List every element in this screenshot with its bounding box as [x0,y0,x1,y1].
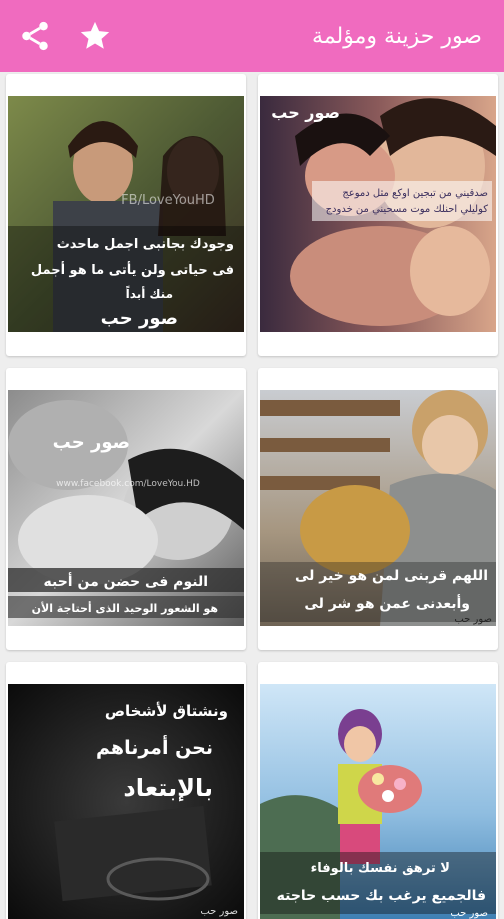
stamp-text: صور حب [200,906,238,917]
card-image: اللهم قربنى لمن هو خير لى وأبعدنى عمن هو… [260,390,496,626]
star-icon[interactable] [78,19,112,53]
card-caption-line: صدقيني من تبجين اوكع مثل دموعج [342,188,488,199]
watermark-text: FB/LoveYouHD [121,193,215,208]
card-image: وجودك بجانبى اجمل ماحدث فى حياتى ولن يأت… [8,96,244,332]
card-caption-line: وأبعدنى عمن هو شر لى [304,594,470,612]
watermark-text: www.facebook.com/LoveYou.HD [56,479,200,489]
card-caption-line: وجودك بجانبى اجمل ماحدث [57,237,234,252]
image-card[interactable]: النوم فى حضن من أحبه هو الشعور الوحيد ال… [6,368,246,650]
card-caption-line: فالجميع يرغب بك حسب حاجته [277,888,486,904]
card-image: النوم فى حضن من أحبه هو الشعور الوحيد ال… [8,390,244,626]
card-caption-line: بالإبتعاد [123,774,213,802]
image-card[interactable]: ونشتاق لأشخاص نحن أمرناهم بالإبتعاد صور … [6,662,246,919]
stamp-text: صور حب [454,614,492,625]
stamp-text: صور حب [271,103,340,122]
share-icon[interactable] [18,19,52,53]
card-image: ونشتاق لأشخاص نحن أمرناهم بالإبتعاد صور … [8,684,244,919]
card-caption-line: منك أبداً [126,285,173,301]
image-card[interactable]: لا ترهق نفسك بالوفاء فالجميع يرغب بك حسب… [258,662,498,919]
card-image: لا ترهق نفسك بالوفاء فالجميع يرغب بك حسب… [260,684,496,919]
stamp-text: صور حب [101,308,178,329]
card-caption-line: النوم فى حضن من أحبه [44,572,208,590]
stamp-text: صور حب [450,908,488,919]
image-grid: وجودك بجانبى اجمل ماحدث فى حياتى ولن يأت… [0,72,504,919]
card-image: صدقيني من تبجين اوكع مثل دموعج كوليلي اح… [260,96,496,332]
image-card[interactable]: وجودك بجانبى اجمل ماحدث فى حياتى ولن يأت… [6,74,246,356]
card-caption-line: لا ترهق نفسك بالوفاء [311,861,450,876]
stamp-text: صور حب [53,432,130,453]
image-card[interactable]: صدقيني من تبجين اوكع مثل دموعج كوليلي اح… [258,74,498,356]
image-card[interactable]: اللهم قربنى لمن هو خير لى وأبعدنى عمن هو… [258,368,498,650]
card-caption-line: ونشتاق لأشخاص [105,702,228,720]
card-caption-line: كوليلي احنلك موت مسحيني من خدودج [326,204,489,215]
card-caption-line: نحن أمرناهم [96,735,213,759]
card-caption-line: هو الشعور الوحيد الذى أحتاجة الأن [32,601,218,615]
app-bar: صور حزينة ومؤلمة [0,0,504,72]
app-title: صور حزينة ومؤلمة [312,23,482,49]
card-caption-line: اللهم قربنى لمن هو خير لى [295,568,488,584]
card-caption-line: فى حياتى ولن يأتى ما هو أجمل [31,261,234,278]
